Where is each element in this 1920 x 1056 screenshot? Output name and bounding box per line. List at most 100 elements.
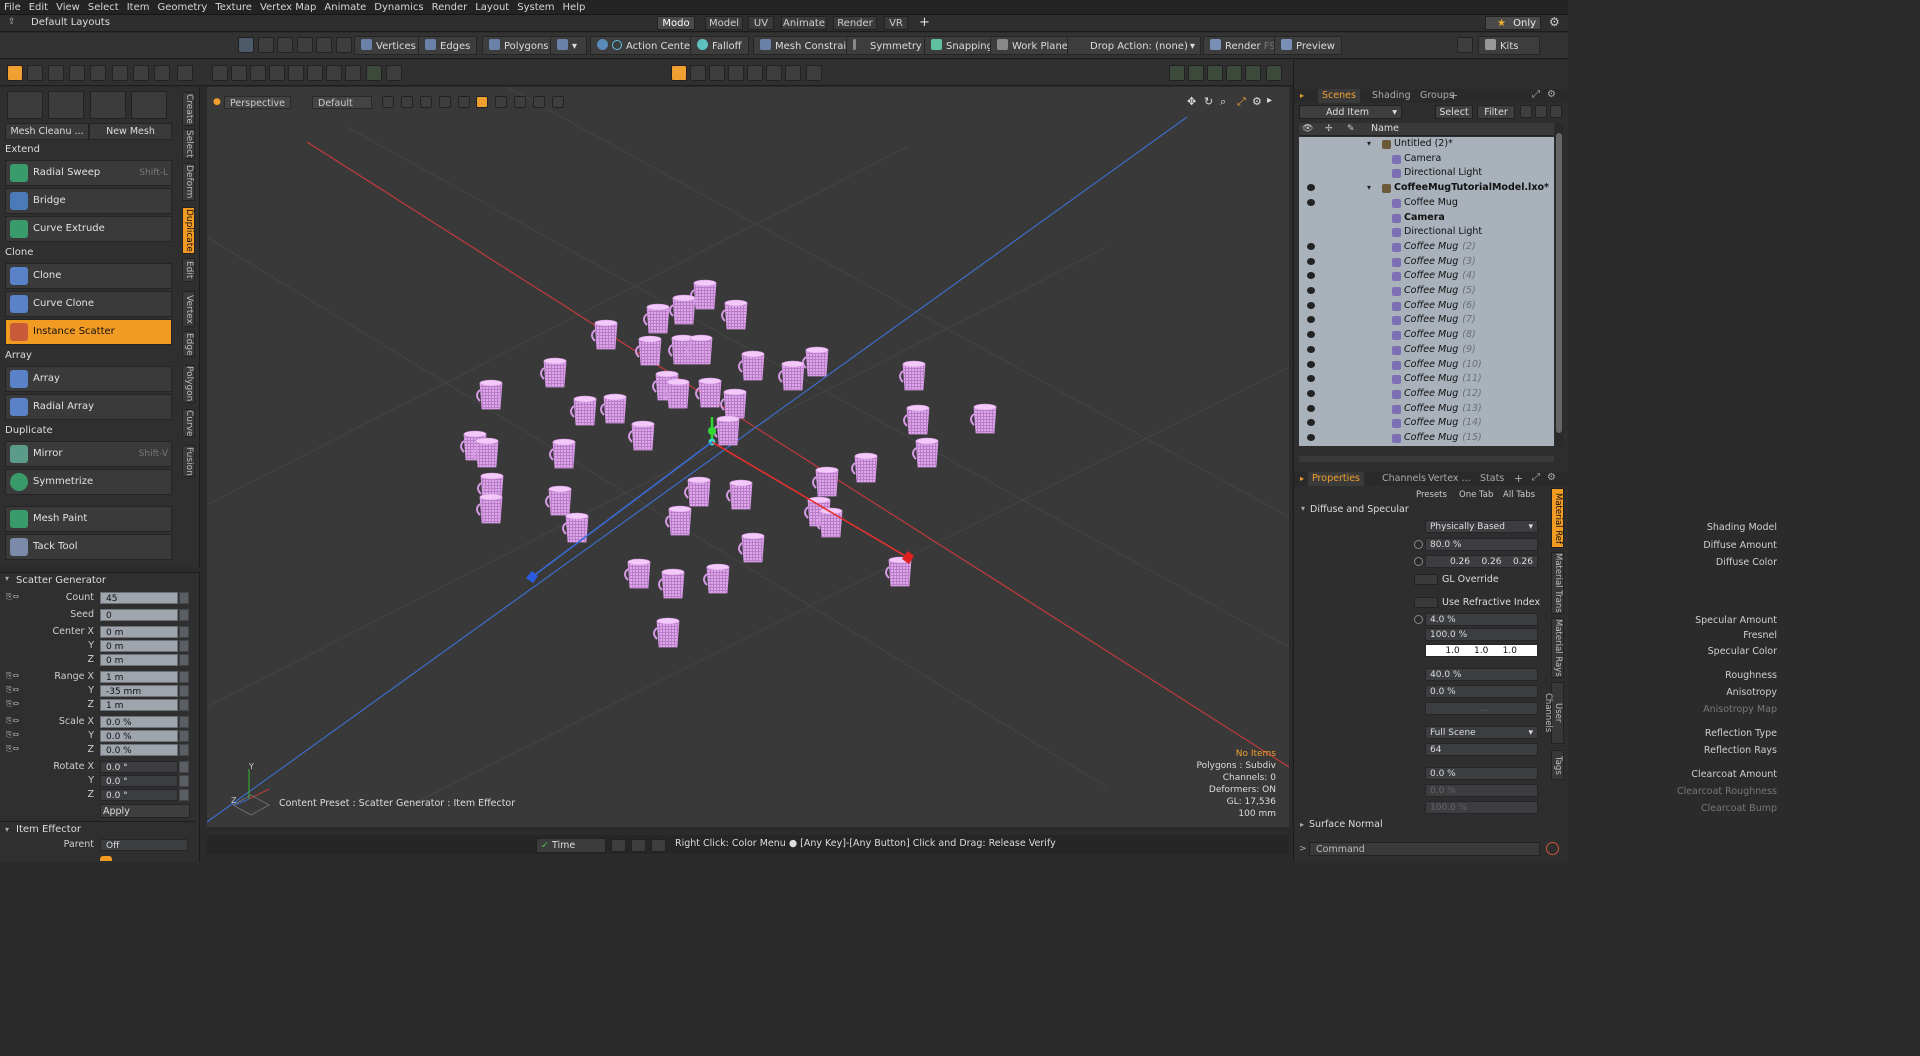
center-graph-icon[interactable] — [709, 65, 725, 81]
scale-x-stepper[interactable] — [179, 716, 189, 728]
overlay-icon[interactable] — [552, 96, 564, 108]
tree-row[interactable]: Coffee Mug (5) — [1299, 284, 1554, 299]
tree-row[interactable]: Coffee Mug (12) — [1299, 387, 1554, 402]
clone-button[interactable]: Clone — [5, 263, 172, 289]
instance-scatter-button[interactable]: Instance Scatter — [5, 319, 172, 345]
scale-tool-icon[interactable] — [69, 65, 85, 81]
array-button[interactable]: Array — [5, 366, 172, 392]
item-mode-icon[interactable] — [316, 37, 332, 53]
center-y-field[interactable]: 0 m — [100, 640, 178, 652]
tree-scrollbar[interactable] — [1555, 123, 1563, 446]
rotate-x-field[interactable]: 0.0 ° — [100, 761, 178, 773]
menu-vertex-map[interactable]: Vertex Map — [256, 0, 320, 14]
reflection-type-dropdown[interactable]: Full Scene ▾ — [1425, 726, 1538, 739]
tree-row[interactable]: Coffee Mug (8) — [1299, 328, 1554, 343]
anisotropy-field[interactable]: 0.0 % — [1425, 685, 1538, 698]
vtab-material-ref[interactable]: Material Ref — [1551, 488, 1564, 548]
coffee-mug-instance[interactable] — [661, 571, 685, 599]
symmetrize-button[interactable]: Symmetrize — [5, 469, 172, 495]
diffuse-color-link[interactable] — [1414, 557, 1423, 566]
menu-dynamics[interactable]: Dynamics — [370, 0, 427, 14]
visibility-eye-icon[interactable] — [1307, 287, 1315, 294]
panel-settings-icon[interactable]: ⚙ — [1547, 472, 1556, 483]
menu-geometry[interactable]: Geometry — [153, 0, 211, 14]
add-tab-icon[interactable]: + — [1449, 89, 1458, 102]
viewport-target-icon[interactable] — [307, 65, 323, 81]
center-cube-icon[interactable] — [671, 65, 687, 81]
timeline-icon[interactable] — [611, 839, 626, 852]
coffee-mug-instance[interactable] — [973, 406, 997, 434]
center-x-stepper[interactable] — [179, 626, 189, 638]
time-button[interactable]: ✓ Time — [536, 838, 606, 853]
mirror-button[interactable]: Mirror Shift-V — [5, 441, 172, 467]
menu-file[interactable]: File — [0, 0, 25, 14]
roughness-field[interactable]: 40.0 % — [1425, 668, 1538, 681]
wire-icon[interactable] — [401, 96, 413, 108]
axis-gizmo-icon[interactable] — [48, 91, 84, 119]
tree-row[interactable]: Coffee Mug (9) — [1299, 343, 1554, 358]
tab-render[interactable]: Render — [833, 16, 877, 30]
vtab-duplicate[interactable]: Duplicate — [182, 207, 195, 254]
smooth-icon[interactable] — [458, 96, 470, 108]
tab-modo[interactable]: Modo — [657, 16, 695, 30]
tree-row[interactable]: Coffee Mug (11) — [1299, 372, 1554, 387]
coffee-mug-instance[interactable] — [631, 423, 655, 451]
tree-row[interactable]: Coffee Mug (15) — [1299, 431, 1554, 446]
visibility-eye-icon[interactable] — [1307, 331, 1315, 339]
coffee-mug-instance[interactable] — [724, 302, 748, 330]
count-field[interactable]: 45 — [100, 592, 178, 604]
filter-button[interactable]: Filter — [1477, 105, 1515, 119]
only-button[interactable]: ★ Only — [1485, 16, 1541, 30]
apply-button[interactable]: Apply — [100, 804, 190, 818]
tab-channels[interactable]: Channels — [1378, 472, 1430, 486]
gizmo-z-handle[interactable] — [526, 571, 538, 583]
refresh-icon[interactable] — [177, 65, 193, 81]
tree-hscrollbar[interactable] — [1299, 456, 1554, 462]
vtab-material-rays[interactable]: Material Rays — [1551, 618, 1564, 678]
vtab-deform[interactable]: Deform — [182, 163, 195, 201]
tree-row[interactable]: Coffee Mug (6) — [1299, 299, 1554, 314]
visibility-eye-icon[interactable] — [1307, 301, 1315, 309]
coffee-mug-instance[interactable] — [815, 469, 839, 497]
coffee-mug-instance[interactable] — [693, 282, 717, 310]
menu-view[interactable]: View — [52, 0, 84, 14]
coffee-mug-instance[interactable] — [698, 380, 722, 408]
radial-array-button[interactable]: Radial Array — [5, 394, 172, 420]
fresnel-field[interactable]: 100.0 % — [1425, 628, 1538, 641]
lighting-icon[interactable] — [495, 96, 507, 108]
lasso-icon[interactable] — [277, 37, 293, 53]
tree-row[interactable]: Directional Light — [1299, 166, 1554, 181]
snapping-button[interactable]: Snapping — [924, 36, 1000, 55]
transform-tool-icon[interactable] — [90, 65, 106, 81]
range-x-stepper[interactable] — [179, 671, 189, 683]
specular-amount-field[interactable]: 4.0 % — [1425, 613, 1538, 626]
move-tool-icon[interactable] — [27, 65, 43, 81]
coffee-mug-instance[interactable] — [668, 508, 692, 536]
tree-row[interactable]: Coffee Mug (7) — [1299, 313, 1554, 328]
coffee-mug-instance[interactable] — [479, 496, 503, 524]
clearcoat-roughness-field[interactable]: 0.0 % — [1425, 784, 1538, 797]
center-frame-icon[interactable] — [785, 65, 801, 81]
viewport-settings-icon[interactable]: ⚙ — [1252, 95, 1262, 108]
tree-row[interactable]: Directional Light — [1299, 225, 1554, 240]
tab-scenes[interactable]: Scenes — [1318, 89, 1360, 103]
tree-row[interactable]: Camera — [1299, 211, 1554, 226]
one-tab-dropdown[interactable]: One Tab — [1459, 490, 1493, 500]
center-move-icon[interactable] — [690, 65, 706, 81]
graph-icon[interactable] — [1245, 65, 1261, 81]
curve-clone-button[interactable]: Curve Clone — [5, 291, 172, 317]
vtab-fusion[interactable]: Fusion — [182, 445, 195, 477]
zoom-tool-icon[interactable] — [154, 65, 170, 81]
specular-color-field[interactable]: 1.0 1.0 1.0 — [1425, 644, 1538, 657]
coffee-mug-instance[interactable] — [781, 363, 805, 391]
panel-arrow-icon[interactable]: ▸ — [1300, 91, 1304, 100]
tree-scroll-thumb[interactable] — [1556, 133, 1562, 433]
search-icon[interactable] — [1457, 37, 1473, 53]
shading-dropdown[interactable]: Default — [312, 96, 372, 109]
range-x-field[interactable]: 1 m — [100, 671, 178, 683]
link-icon[interactable]: ⎘⇔ — [6, 716, 19, 726]
viewport-expand-icon[interactable]: ▸ — [1267, 95, 1272, 106]
preview-button[interactable]: Preview — [1274, 36, 1342, 55]
mesh-cleanup-button[interactable]: Mesh Cleanu ... — [5, 123, 89, 140]
clearcoat-amount-field[interactable]: 0.0 % — [1425, 767, 1538, 780]
